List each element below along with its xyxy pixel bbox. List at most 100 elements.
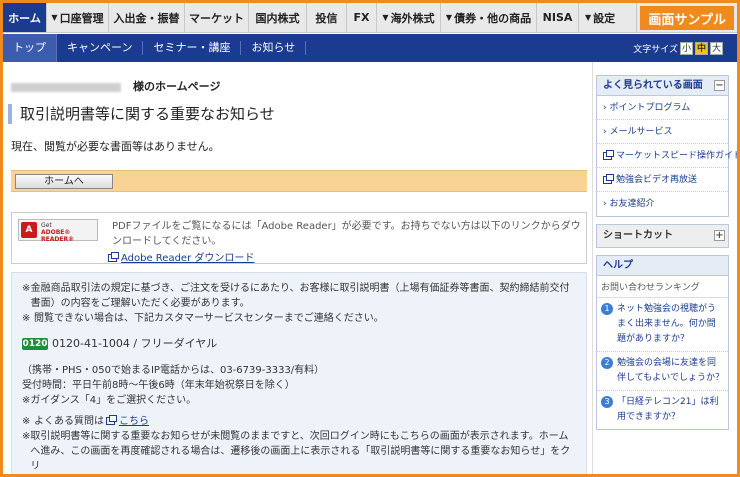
help-question-text: 勉強会の会場に友達を同伴してもよいでしょうか？ (617, 358, 725, 383)
masked-user-name (11, 82, 121, 92)
popular-item-points[interactable]: › ポイントプログラム (597, 96, 728, 120)
nav-home[interactable]: ホーム (3, 3, 47, 32)
font-size-large[interactable]: 大 (710, 42, 723, 55)
rank-badge: 1 (601, 303, 613, 315)
nav-deposit[interactable]: 入出金・振替 (109, 3, 185, 32)
nav-nisa-label: NISA (542, 11, 573, 24)
mobile-note: （携帯・PHS・050で始まるIP電話からは、03-6739-3333/有料） (22, 365, 325, 376)
font-size-medium[interactable]: 中 (695, 42, 708, 55)
home-title: 様のホームページ (11, 78, 220, 94)
nav-deposit-label: 入出金・振替 (113, 11, 180, 25)
info-line-2-text: 閲覧できない場合は、下記カスタマーサービスセンターまでご連絡ください。 (34, 313, 384, 324)
nav-account[interactable]: ▼ 口座管理 (47, 3, 109, 32)
nav-funds[interactable]: 投信 (307, 3, 347, 32)
help-question-1[interactable]: 1 ネット勉強会の視聴がうまく出来ません。何か問題がありますか？ (597, 298, 728, 352)
subnav-seminar[interactable]: セミナー・講座 (143, 41, 242, 55)
nav-jp-stocks-label: 国内株式 (255, 11, 300, 25)
nav-bonds[interactable]: ▼ 債券・他の商品 (441, 3, 537, 32)
faq-line: ※ よくある質問は こちら (22, 414, 576, 429)
shortcut-panel: ショートカット + (596, 224, 729, 248)
badge-name: ADOBE® READER® (41, 229, 75, 243)
main-content: 様のホームページ 取引説明書等に関する重要なお知らせ 現在、閲覧が必要な書面等は… (3, 62, 593, 474)
rank-badge: 2 (601, 357, 613, 369)
adobe-reader-icon: A (21, 222, 37, 238)
external-window-icon (108, 252, 119, 262)
free-dial-icon: 0120 (22, 337, 48, 350)
nav-jp-stocks[interactable]: 国内株式 (249, 3, 307, 32)
popular-item-referral[interactable]: › お友達紹介 (597, 192, 728, 216)
get-adobe-reader-badge[interactable]: A Get ADOBE® READER® (18, 219, 98, 243)
popular-title: よく見られている画面 (603, 80, 703, 91)
adobe-reader-box: A Get ADOBE® READER® PDFファイルをご覧になるには「Ado… (11, 212, 587, 264)
help-question-2[interactable]: 2 勉強会の会場に友達を同伴してもよいでしょうか？ (597, 352, 728, 391)
font-size-label: 文字サイズ (633, 45, 678, 55)
subnav-news[interactable]: お知らせ (241, 41, 307, 55)
info-line-3-text: 取引説明書等に関する重要なお知らせが未閲覧のままですと、次回ログイン時にもこちら… (30, 431, 571, 472)
chevron-down-icon: ▼ (585, 13, 592, 22)
nav-account-label: 口座管理 (59, 11, 104, 25)
nav-settings-label: 設定 (593, 11, 616, 25)
sub-nav: トップ キャンペーン セミナー・講座 お知らせ 文字サイズ 小 中 大 (3, 34, 737, 62)
popular-item-label: お友達紹介 (609, 199, 655, 209)
notice-text: 現在、閲覧が必要な書面等はありません。 (11, 140, 220, 153)
reader-download-link[interactable]: Adobe Reader ダウンロード (108, 249, 254, 264)
nav-settings[interactable]: ▼ 設定 (579, 3, 637, 32)
popular-item-video[interactable]: 勉強会ビデオ再放送 (597, 168, 728, 192)
popular-item-label: 勉強会ビデオ再放送 (616, 175, 698, 185)
font-size-small[interactable]: 小 (680, 42, 693, 55)
phone-row: 0120 0120-41-1004 / フリーダイヤル (22, 336, 576, 351)
popular-item-guide[interactable]: マーケットスピード操作ガイド (597, 144, 740, 168)
note-mark: ※ (22, 313, 31, 324)
nav-market[interactable]: マーケット (185, 3, 249, 32)
expand-toggle[interactable]: + (714, 230, 725, 241)
page-title: 取引説明書等に関する重要なお知らせ (8, 104, 275, 124)
shortcut-header[interactable]: ショートカット + (597, 225, 728, 247)
hours-note: 受付時間：平日午前8時〜午後6時（年末年始祝祭日を除く） (22, 380, 295, 391)
faq-link[interactable]: こちら (119, 416, 149, 427)
sidebar: よく見られている画面 − › ポイントプログラム › メールサービス マーケットス… (596, 75, 740, 437)
external-window-icon (106, 415, 117, 425)
nav-fx-label: FX (353, 11, 370, 24)
chevron-down-icon: ▼ (382, 13, 389, 22)
help-question-3[interactable]: 3 「日経テレコン21」は利用できますか？ (597, 391, 728, 429)
help-panel: ヘルプ お問い合わせランキング 1 ネット勉強会の視聴がうまく出来ません。何か問題… (596, 255, 729, 430)
chevron-down-icon: ▼ (51, 13, 58, 22)
shortcut-title: ショートカット (603, 230, 673, 241)
home-button[interactable]: ホームへ (15, 174, 113, 189)
home-bar: ホームへ (11, 170, 587, 192)
external-window-icon (603, 173, 614, 184)
nav-nisa[interactable]: NISA (537, 3, 579, 32)
popular-panel-header: よく見られている画面 − (597, 76, 728, 96)
nav-market-label: マーケット (189, 11, 244, 25)
rank-badge: 3 (601, 396, 613, 408)
font-size-switcher: 文字サイズ 小 中 大 (633, 42, 723, 55)
nav-foreign-stocks-label: 海外株式 (390, 11, 435, 25)
external-window-icon (603, 149, 614, 160)
badge-get: Get (41, 222, 52, 229)
info-line-3: ※ 取引説明書等に関する重要なお知らせが未閲覧のままですと、次回ログイン時にもこち… (22, 429, 576, 474)
info-line-2: ※ 閲覧できない場合は、下記カスタマーサービスセンターまでご連絡ください。 (22, 311, 576, 326)
subnav-top[interactable]: トップ (3, 34, 57, 62)
info-box: ※ 金融商品取引法の規定に基づき、ご注文を受けるにあたり、お客様に取引説明書（上場… (11, 272, 587, 474)
collapse-toggle[interactable]: − (714, 80, 725, 91)
help-subtitle: お問い合わせランキング (597, 276, 728, 298)
help-question-text: ネット勉強会の視聴がうまく出来ません。何か問題がありますか？ (617, 304, 717, 344)
guidance-note: ※ガイダンス「4」をご選択ください。 (22, 395, 197, 406)
nav-funds-label: 投信 (315, 11, 338, 25)
help-question-text: 「日経テレコン21」は利用できますか？ (617, 397, 719, 422)
popular-panel: よく見られている画面 − › ポイントプログラム › メールサービス マーケットス… (596, 75, 740, 217)
nav-fx[interactable]: FX (347, 3, 377, 32)
info-line-1: ※ 金融商品取引法の規定に基づき、ご注文を受けるにあたり、お客様に取引説明書（上場… (22, 281, 576, 311)
nav-foreign-stocks[interactable]: ▼ 海外株式 (377, 3, 441, 32)
help-header: ヘルプ (597, 256, 728, 276)
subnav-campaign[interactable]: キャンペーン (57, 41, 144, 55)
note-mark: ※ (22, 283, 31, 294)
popular-item-label: メールサービス (609, 127, 673, 137)
note-mark: ※ (22, 431, 31, 442)
popular-item-mail[interactable]: › メールサービス (597, 120, 728, 144)
info-line-1-text: 金融商品取引法の規定に基づき、ご注文を受けるにあたり、お客様に取引説明書（上場有… (30, 283, 570, 309)
global-nav: ホーム ▼ 口座管理 入出金・振替 マーケット 国内株式 投信 FX ▼ 海外株式 … (3, 3, 737, 33)
reader-description: PDFファイルをご覧になるには「Adobe Reader」が必要です。お持ちでな… (112, 221, 581, 247)
reader-download-label: Adobe Reader ダウンロード (121, 253, 255, 264)
popular-item-label: マーケットスピード操作ガイド (616, 151, 740, 161)
